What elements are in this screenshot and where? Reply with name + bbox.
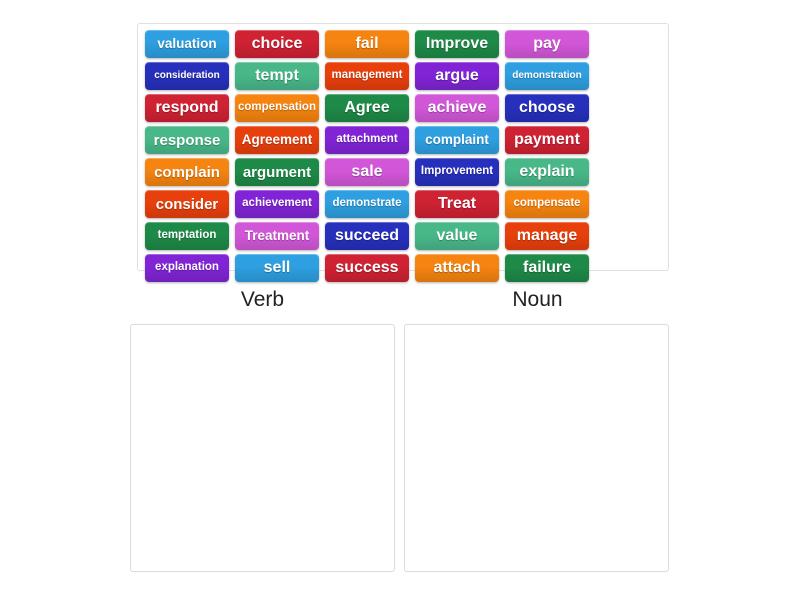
word-tile-label: complaint [425, 132, 489, 148]
word-tile-label: argue [435, 67, 479, 84]
word-tile[interactable]: succeed [325, 222, 409, 250]
word-tile-label: payment [514, 131, 580, 148]
word-tile-label: pay [533, 35, 561, 52]
word-tile[interactable]: success [325, 254, 409, 282]
word-tile[interactable]: Agreement [235, 126, 319, 154]
word-tile[interactable]: Improve [415, 30, 499, 58]
word-tile[interactable]: Improvement [415, 158, 499, 186]
word-tile[interactable]: demonstration [505, 62, 589, 90]
word-tile[interactable]: value [415, 222, 499, 250]
word-tile-label: demonstration [512, 70, 582, 81]
drop-zone-verb[interactable] [130, 324, 395, 572]
word-tile[interactable]: payment [505, 126, 589, 154]
word-tile-label: explanation [155, 261, 219, 274]
word-tile-label: manage [516, 227, 578, 244]
word-tile-label: sell [263, 259, 291, 276]
word-tile[interactable]: fail [325, 30, 409, 58]
word-tile[interactable]: complaint [415, 126, 499, 154]
drop-zone-row [130, 324, 669, 572]
word-tile-label: management [331, 69, 403, 82]
tile-grid: valuation choice fail Improve pay considerati… [142, 28, 665, 284]
word-tile[interactable]: compensate [505, 190, 589, 218]
word-tile[interactable]: explanation [145, 254, 229, 282]
word-tile[interactable]: argue [415, 62, 499, 90]
word-tile-label: fail [355, 35, 379, 52]
category-title-noun: Noun [512, 288, 563, 311]
word-tile-label: valuation [157, 36, 217, 52]
word-tile-label: response [153, 131, 221, 149]
word-tile[interactable]: consider [145, 190, 229, 218]
word-tile-label: achieve [427, 99, 487, 116]
word-tile[interactable]: choice [235, 30, 319, 58]
word-tile[interactable]: attach [415, 254, 499, 282]
word-tile[interactable]: management [325, 62, 409, 90]
category-title-verb: Verb [240, 288, 285, 311]
word-tile[interactable]: manage [505, 222, 589, 250]
word-bank-pool[interactable]: valuation choice fail Improve pay considerati… [137, 23, 669, 282]
word-tile-label: demonstrate [332, 197, 402, 210]
word-tile-label: succeed [334, 227, 400, 244]
word-tile-label: attach [433, 259, 481, 276]
word-tile-label: success [335, 259, 399, 276]
word-tile[interactable]: sell [235, 254, 319, 282]
word-tile-label: tempt [255, 67, 299, 84]
word-tile[interactable]: compensation [235, 94, 319, 122]
word-tile[interactable]: complain [145, 158, 229, 186]
word-tile-label: consideration [154, 70, 220, 81]
word-tile-label: attachment [336, 133, 398, 146]
word-tile[interactable]: choose [505, 94, 589, 122]
word-tile-label: failure [522, 259, 571, 276]
word-tile-label: achievement [242, 197, 312, 210]
word-tile-label: Improvement [420, 165, 494, 178]
word-tile[interactable]: demonstrate [325, 190, 409, 218]
word-tile-label: Agree [344, 99, 390, 116]
word-tile[interactable]: attachment [325, 126, 409, 154]
word-tile-label: Agreement [241, 132, 313, 148]
drop-zone-noun[interactable] [404, 324, 669, 572]
word-tile-label: Improve [425, 35, 489, 52]
word-tile-label: respond [155, 99, 219, 116]
word-tile-label: consider [155, 195, 219, 213]
word-tile[interactable]: explain [505, 158, 589, 186]
word-tile-label: argument [242, 163, 312, 181]
word-tile[interactable]: achieve [415, 94, 499, 122]
word-tile[interactable]: Agree [325, 94, 409, 122]
word-tile[interactable]: pay [505, 30, 589, 58]
word-tile-label: Treat [437, 195, 477, 212]
word-tile[interactable]: achievement [235, 190, 319, 218]
word-tile[interactable]: temptation [145, 222, 229, 250]
word-tile[interactable]: valuation [145, 30, 229, 58]
word-tile-label: compensation [238, 101, 316, 114]
word-tile[interactable]: response [145, 126, 229, 154]
word-tile[interactable]: consideration [145, 62, 229, 90]
word-tile[interactable]: Treatment [235, 222, 319, 250]
category-title-row: Verb Noun [130, 288, 670, 312]
word-tile-label: value [436, 227, 478, 244]
word-tile-label: compensate [513, 197, 581, 210]
word-tile[interactable]: Treat [415, 190, 499, 218]
word-tile-label: temptation [157, 229, 217, 242]
word-tile[interactable]: argument [235, 158, 319, 186]
word-tile-label: explain [519, 163, 575, 180]
word-tile-label: choose [518, 99, 575, 116]
word-tile[interactable]: respond [145, 94, 229, 122]
word-tile-label: Treatment [244, 228, 310, 244]
word-tile[interactable]: sale [325, 158, 409, 186]
word-tile[interactable]: tempt [235, 62, 319, 90]
word-tile-label: sale [351, 163, 383, 180]
word-tile-label: choice [251, 35, 303, 52]
word-tile-label: complain [154, 163, 220, 181]
word-tile[interactable]: failure [505, 254, 589, 282]
